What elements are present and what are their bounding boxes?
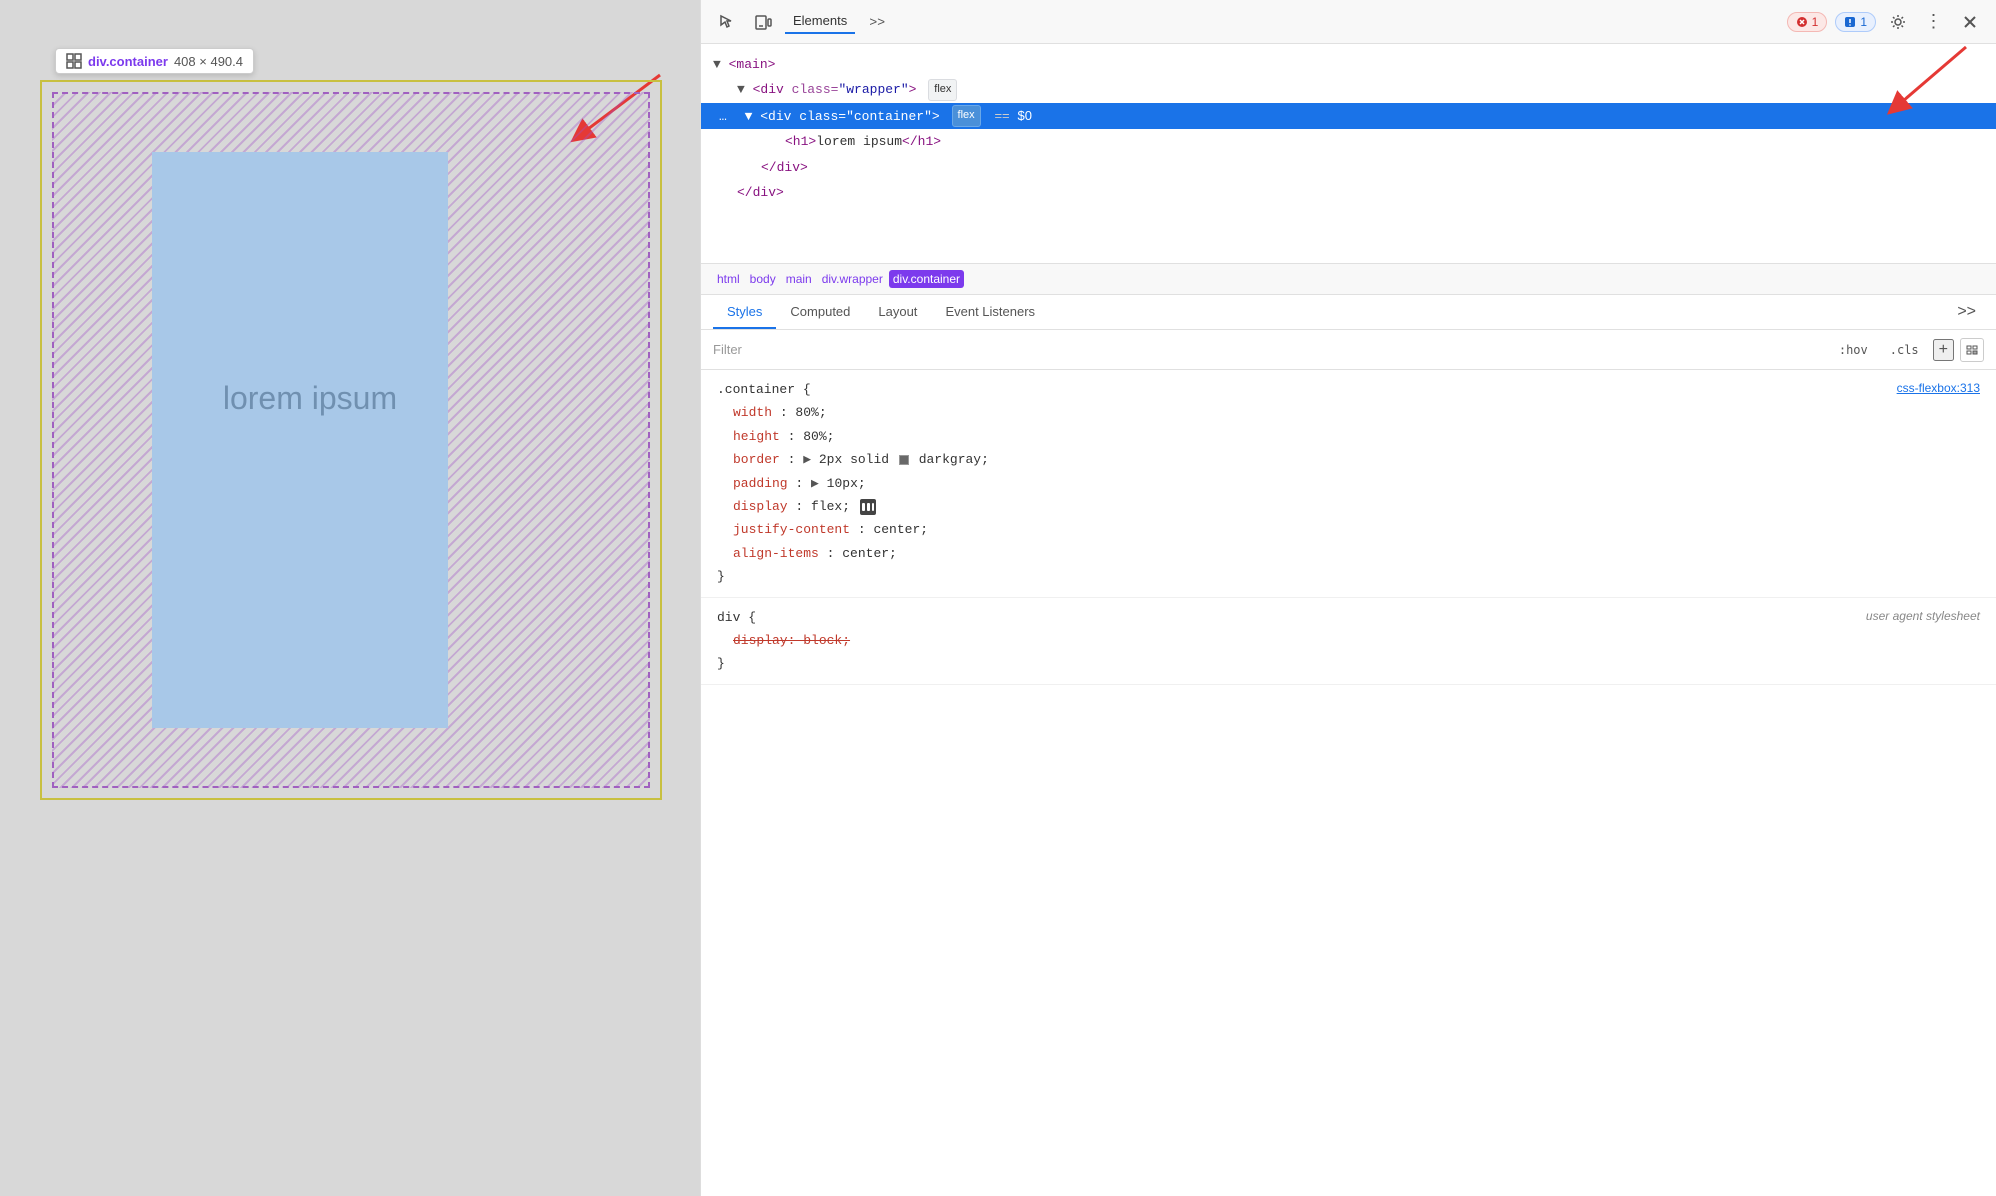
dom-line-h1[interactable]: <h1>lorem ipsum</h1> (701, 129, 1996, 154)
css-rule-align-items: align-items : center; (733, 542, 1980, 565)
rule-source-link[interactable]: css-flexbox:313 (1897, 378, 1980, 400)
panel-tabs: Styles Computed Layout Event Listeners >… (701, 295, 1996, 330)
breadcrumb-main[interactable]: main (782, 270, 816, 288)
settings-button[interactable] (1884, 8, 1912, 36)
css-rule-padding: padding : ▶ 10px; (733, 472, 1980, 495)
flex-display-icon[interactable] (860, 499, 876, 515)
border-color-swatch[interactable] (899, 455, 909, 465)
tab-more[interactable]: >> (1949, 295, 1984, 329)
css-rule-justify-content: justify-content : center; (733, 518, 1980, 541)
rule-selector-ua-line: div { user agent stylesheet (717, 606, 1980, 629)
more-tabs-button[interactable]: >> (863, 8, 891, 36)
element-state-icon (1966, 345, 1978, 355)
rule-body: width : 80%; height : 80%; border : ▶ 2p… (717, 401, 1980, 565)
warnings-badge[interactable]: 1 (1835, 12, 1876, 32)
cls-filter-button[interactable]: .cls (1882, 341, 1927, 359)
element-tooltip: div.container 408 × 490.4 (55, 48, 254, 74)
close-icon (1963, 15, 1977, 29)
add-style-rule-button[interactable]: + (1933, 339, 1954, 361)
elements-tab[interactable]: Elements (785, 9, 855, 34)
css-rule-display: display : flex; (733, 495, 1980, 518)
rule-close-brace: } (717, 565, 1980, 588)
dom-line-close-wrapper[interactable]: </div> (701, 180, 1996, 205)
styles-content: .container { css-flexbox:313 width : 80%… (701, 370, 1996, 1196)
rule-close-brace-ua: } (717, 652, 1980, 675)
dom-line-main[interactable]: ▼ <main> (701, 52, 1996, 77)
css-rule-display-ua: display: block; (733, 629, 1980, 652)
breadcrumb: html body main div.wrapper div.container (701, 264, 1996, 295)
css-rule-width: width : 80%; (733, 401, 1980, 424)
filter-bar: :hov .cls + (701, 330, 1996, 370)
tab-styles[interactable]: Styles (713, 296, 776, 329)
css-rule-border: border : ▶ 2px solid darkgray; (733, 448, 1980, 471)
rule-selector: .container { (717, 382, 811, 397)
dom-line-container[interactable]: … ▼ <div class="container"> flex == $0 (701, 103, 1996, 129)
rule-container: .container { css-flexbox:313 width : 80%… (701, 370, 1996, 598)
preview-area: div.container 408 × 490.4 lorem ipsum (0, 0, 700, 1196)
devtools-toolbar: Elements >> 1 1 (701, 0, 1996, 44)
devtools-panel: Elements >> 1 1 (700, 0, 1996, 1196)
breadcrumb-html[interactable]: html (713, 270, 744, 288)
tab-computed[interactable]: Computed (776, 296, 864, 329)
inspect-element-button[interactable] (713, 8, 741, 36)
dom-line-wrapper[interactable]: ▼ <div class="wrapper"> flex (701, 77, 1996, 102)
toggle-element-state-button[interactable] (1960, 338, 1984, 362)
rule-div-ua: div { user agent stylesheet display: blo… (701, 598, 1996, 685)
filter-actions: :hov .cls + (1831, 338, 1984, 362)
breadcrumb-body[interactable]: body (746, 270, 780, 288)
rule-selector-line: .container { css-flexbox:313 (717, 378, 1980, 401)
gear-icon (1890, 14, 1906, 30)
tooltip-element-name: div.container (88, 54, 168, 69)
container-highlight (52, 92, 650, 788)
dom-line-close-container[interactable]: </div> (701, 155, 1996, 180)
rule-source-ua: user agent stylesheet (1866, 606, 1980, 628)
tab-layout[interactable]: Layout (864, 296, 931, 329)
tooltip-dimensions: 408 × 490.4 (174, 54, 243, 69)
breadcrumb-divcontainer[interactable]: div.container (889, 270, 964, 288)
more-options-button[interactable]: ⋮ (1920, 8, 1948, 36)
close-devtools-button[interactable] (1956, 8, 1984, 36)
device-toggle-button[interactable] (749, 8, 777, 36)
error-icon (1796, 16, 1808, 28)
message-icon (1844, 16, 1856, 28)
rule-body-ua: display: block; (717, 629, 1980, 652)
warnings-count: 1 (1860, 15, 1867, 29)
css-rule-height: height : 80%; (733, 425, 1980, 448)
dom-tree: ▼ <main> ▼ <div class="wrapper"> flex … … (701, 44, 1996, 264)
rule-selector-ua: div { (717, 610, 756, 625)
breadcrumb-divwrapper[interactable]: div.wrapper (818, 270, 887, 288)
tab-event-listeners[interactable]: Event Listeners (931, 296, 1049, 329)
lorem-ipsum-text: lorem ipsum (100, 380, 520, 417)
filter-input[interactable] (713, 342, 1823, 357)
element-icon (66, 53, 82, 69)
hov-filter-button[interactable]: :hov (1831, 341, 1876, 359)
errors-count: 1 (1812, 15, 1819, 29)
errors-badge[interactable]: 1 (1787, 12, 1828, 32)
